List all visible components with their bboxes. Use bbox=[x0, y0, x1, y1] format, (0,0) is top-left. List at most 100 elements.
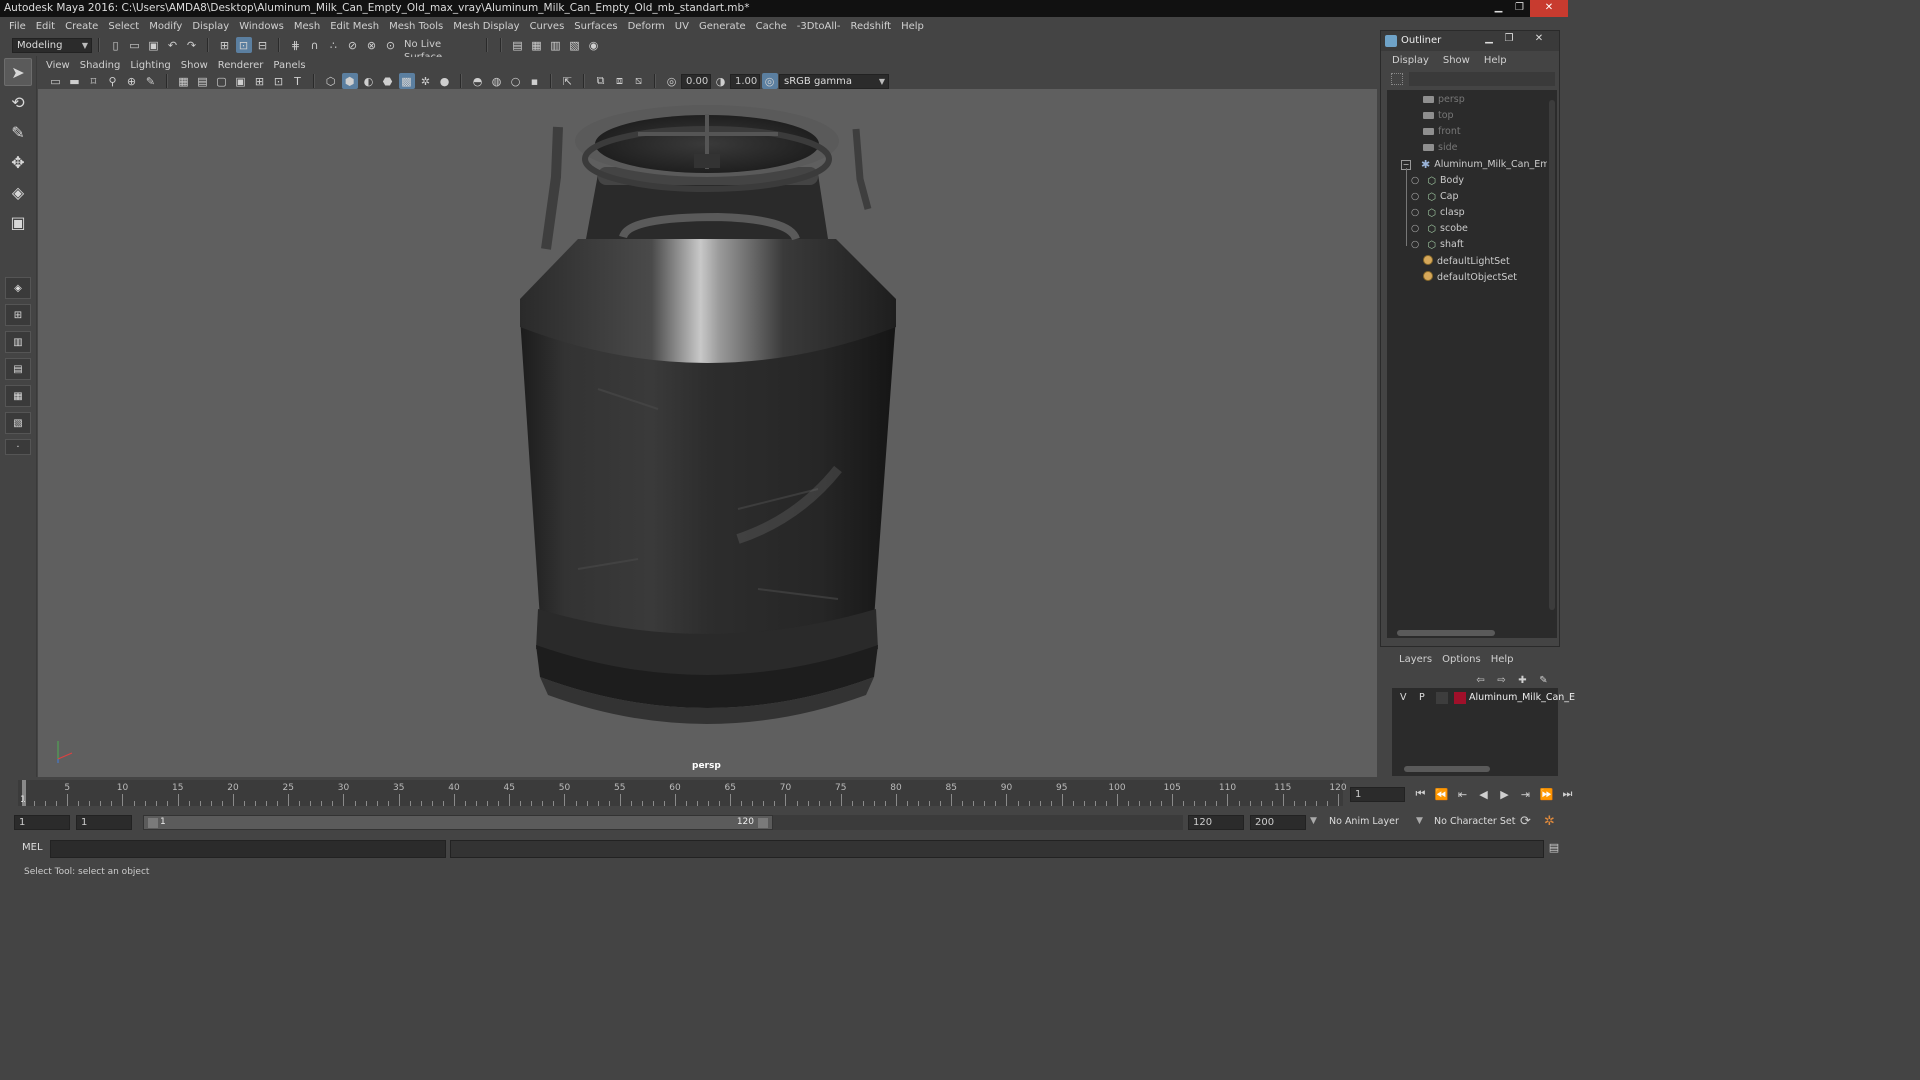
paint-select-tool-icon[interactable]: ✎ bbox=[4, 118, 32, 146]
menu-mesh[interactable]: Mesh bbox=[289, 21, 325, 32]
new-scene-icon[interactable]: ▯ bbox=[108, 37, 124, 53]
layer-display-type[interactable] bbox=[1436, 692, 1448, 704]
color-space-dropdown[interactable]: sRGB gamma ▼ bbox=[779, 73, 889, 89]
menu-redshift[interactable]: Redshift bbox=[846, 21, 897, 32]
single-perspective-layout-icon[interactable]: ◈ bbox=[5, 277, 31, 299]
outliner-menu-show[interactable]: Show bbox=[1436, 55, 1477, 66]
xray-icon[interactable]: ⧉ bbox=[593, 73, 609, 89]
menu-generate[interactable]: Generate bbox=[694, 21, 751, 32]
anim-layer-dropdown[interactable]: No Anim Layer bbox=[1329, 816, 1399, 827]
redo-icon[interactable]: ↷ bbox=[184, 37, 200, 53]
anti-aliasing-icon[interactable]: ○ bbox=[508, 73, 524, 89]
new-empty-layer-icon[interactable]: ✚ bbox=[1514, 672, 1532, 688]
scale-tool-icon[interactable]: ▣ bbox=[4, 208, 32, 236]
hypershade-layout-icon[interactable]: ▧ bbox=[5, 412, 31, 434]
scrollbar-thumb[interactable] bbox=[1404, 766, 1490, 772]
gate-mask-icon[interactable]: ▣ bbox=[233, 73, 249, 89]
camera-attributes-icon[interactable]: ▬ bbox=[67, 73, 83, 89]
menu-cache[interactable]: Cache bbox=[751, 21, 792, 32]
chevron-down-icon[interactable]: ▼ bbox=[1310, 816, 1317, 826]
grease-pencil-icon[interactable]: ✎ bbox=[143, 73, 159, 89]
outliner-title-bar[interactable]: Outliner ▁ ❐ ✕ bbox=[1381, 31, 1559, 51]
isolate-select-icon[interactable]: ⇱ bbox=[560, 73, 576, 89]
outliner-item-clasp[interactable]: ○ ⬡ clasp bbox=[1411, 205, 1465, 221]
time-ruler[interactable]: 1 5 10 15 20 25 30 35 40 45 50 55 60 65 70 75 80 85 90 95 1… bbox=[18, 780, 1347, 806]
menu-select[interactable]: Select bbox=[103, 21, 144, 32]
playback-end-field[interactable]: 120 bbox=[1188, 815, 1244, 830]
wireframe-on-shaded-icon[interactable]: ⬣ bbox=[380, 73, 396, 89]
hypershade-icon[interactable]: ◉ bbox=[586, 37, 602, 53]
panel-menu-view[interactable]: View bbox=[44, 60, 78, 71]
menu-windows[interactable]: Windows bbox=[234, 21, 289, 32]
outliner-item-top[interactable]: top bbox=[1423, 108, 1454, 124]
snap-curve-icon[interactable]: ∩ bbox=[307, 37, 323, 53]
xray-components-icon[interactable]: ⧅ bbox=[631, 73, 647, 89]
menu-curves[interactable]: Curves bbox=[525, 21, 570, 32]
scrollbar-thumb[interactable] bbox=[1397, 630, 1495, 636]
menu-file[interactable]: File bbox=[4, 21, 31, 32]
go-to-end-icon[interactable]: ⏭ bbox=[1559, 786, 1577, 802]
lasso-tool-icon[interactable]: ⟲ bbox=[4, 88, 32, 116]
resolution-gate-icon[interactable]: ▢ bbox=[214, 73, 230, 89]
play-forwards-icon[interactable]: ▶ bbox=[1496, 786, 1514, 802]
default-lighting-icon[interactable]: ◐ bbox=[361, 73, 377, 89]
select-object-icon[interactable]: ⊡ bbox=[235, 37, 252, 53]
current-frame-field[interactable]: 1 bbox=[1350, 787, 1405, 802]
gamma-icon[interactable]: ◑ bbox=[713, 73, 729, 89]
scrollbar-thumb[interactable] bbox=[1549, 100, 1555, 610]
step-back-frame-icon[interactable]: ⇤ bbox=[1454, 786, 1472, 802]
move-layer-down-icon[interactable]: ⇨ bbox=[1493, 672, 1511, 688]
animation-preferences-icon[interactable]: ✲ bbox=[1544, 814, 1555, 829]
minimize-icon[interactable]: ▁ bbox=[1481, 33, 1497, 47]
select-hierarchy-icon[interactable]: ⊞ bbox=[217, 37, 233, 53]
outliner-vertical-scrollbar[interactable] bbox=[1547, 90, 1557, 628]
move-layer-up-icon[interactable]: ⇦ bbox=[1472, 672, 1490, 688]
character-set-dropdown[interactable]: No Character Set bbox=[1434, 816, 1515, 827]
image-plane-icon[interactable]: ⚲ bbox=[105, 73, 121, 89]
outliner-item-front[interactable]: front bbox=[1423, 124, 1461, 140]
exposure-field[interactable]: 0.00 bbox=[681, 73, 711, 89]
rotate-tool-icon[interactable]: ◈ bbox=[4, 178, 32, 206]
live-surface-field[interactable]: No Live Surface bbox=[400, 37, 480, 63]
gamma-field[interactable]: 1.00 bbox=[730, 73, 760, 89]
exposure-icon[interactable]: ◎ bbox=[664, 73, 680, 89]
new-layer-from-selection-icon[interactable]: ✎ bbox=[1535, 672, 1553, 688]
wireframe-icon[interactable]: ⬡ bbox=[323, 73, 339, 89]
render-settings-icon[interactable]: ▤ bbox=[510, 37, 526, 53]
bookmark-icon[interactable]: ⌑ bbox=[86, 73, 102, 89]
film-gate-icon[interactable]: ▤ bbox=[195, 73, 211, 89]
depth-of-field-icon[interactable]: ▪ bbox=[527, 73, 543, 89]
smooth-shade-icon[interactable]: ⬢ bbox=[341, 73, 358, 89]
menu-set-dropdown[interactable]: Modeling ▼ bbox=[12, 37, 92, 53]
outliner-item-body[interactable]: ○ ⬡ Body bbox=[1411, 173, 1464, 189]
use-all-lights-icon[interactable]: ✲ bbox=[418, 73, 434, 89]
textured-icon[interactable]: ▩ bbox=[398, 73, 415, 89]
command-input[interactable] bbox=[50, 840, 446, 858]
layer-color-swatch[interactable] bbox=[1454, 692, 1466, 704]
step-back-key-icon[interactable]: ⏪ bbox=[1433, 786, 1451, 802]
side-by-side-layout-icon[interactable]: ▥ bbox=[5, 331, 31, 353]
menu-uv[interactable]: UV bbox=[670, 21, 694, 32]
snap-point-icon[interactable]: ∴ bbox=[326, 37, 342, 53]
grid-icon[interactable]: ▦ bbox=[176, 73, 192, 89]
minimize-button[interactable]: ▁ bbox=[1488, 0, 1509, 17]
snap-surface-icon[interactable]: ⊗ bbox=[364, 37, 380, 53]
outliner-search-input[interactable] bbox=[1409, 72, 1555, 86]
outliner-item-group[interactable]: − ✱ Aluminum_Milk_Can_Emp bbox=[1401, 157, 1556, 173]
more-layouts-icon[interactable]: · bbox=[5, 439, 31, 455]
play-backwards-icon[interactable]: ◀ bbox=[1475, 786, 1493, 802]
layer-menu-options[interactable]: Options bbox=[1439, 654, 1488, 665]
menu-edit-mesh[interactable]: Edit Mesh bbox=[325, 21, 384, 32]
persp-graph-layout-icon[interactable]: ▦ bbox=[5, 385, 31, 407]
animation-end-field[interactable]: 200 bbox=[1250, 815, 1306, 830]
outliner-item-default-object-set[interactable]: defaultObjectSet bbox=[1423, 270, 1517, 286]
step-forward-key-icon[interactable]: ⏩ bbox=[1538, 786, 1556, 802]
outliner-item-default-light-set[interactable]: defaultLightSet bbox=[1423, 254, 1510, 270]
range-slider[interactable]: 1 120 bbox=[143, 815, 773, 830]
menu-edit[interactable]: Edit bbox=[31, 21, 60, 32]
menu-mesh-display[interactable]: Mesh Display bbox=[448, 21, 524, 32]
undo-icon[interactable]: ↶ bbox=[165, 37, 181, 53]
close-button[interactable]: ✕ bbox=[1530, 0, 1568, 17]
panel-menu-panels[interactable]: Panels bbox=[271, 60, 313, 71]
ipr-render-icon[interactable]: ▥ bbox=[548, 37, 564, 53]
